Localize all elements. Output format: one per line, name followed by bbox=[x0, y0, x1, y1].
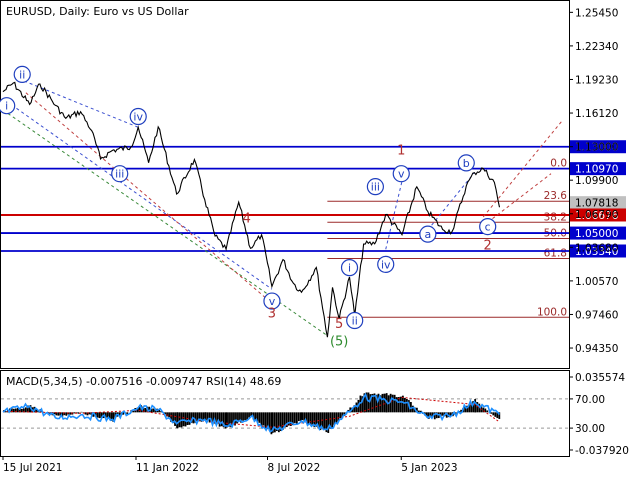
macd-histogram-bar bbox=[177, 412, 179, 428]
macd-histogram-bar bbox=[179, 412, 181, 427]
macd-histogram-bar bbox=[174, 412, 176, 426]
y-tick-label: 0.97460 bbox=[575, 309, 618, 321]
y-tick-label: 1.19230 bbox=[575, 74, 618, 86]
macd-histogram-bar bbox=[384, 394, 386, 413]
y-tick-label: 1.13000 bbox=[575, 142, 618, 154]
wave-label-blue: v bbox=[398, 168, 405, 181]
macd-histogram-bar bbox=[274, 412, 276, 432]
macd-histogram-bar bbox=[185, 412, 187, 426]
macd-histogram-bar bbox=[324, 412, 326, 430]
macd-histogram-bar bbox=[296, 412, 298, 424]
wave-label-blue: iii bbox=[371, 181, 380, 194]
macd-histogram-bar bbox=[300, 412, 302, 420]
price-level-label: 1.05000 bbox=[575, 228, 618, 240]
y-tick-label: 1.00570 bbox=[575, 276, 618, 288]
wave-label-blue: i bbox=[5, 100, 8, 113]
macd-histogram-bar bbox=[312, 412, 314, 425]
macd-histogram-bar bbox=[226, 412, 228, 427]
macd-histogram-bar bbox=[486, 410, 488, 412]
macd-histogram-bar bbox=[5, 411, 7, 412]
macd-histogram-bar bbox=[335, 412, 337, 423]
y-tick-label: 1.16120 bbox=[575, 108, 618, 120]
macd-histogram-bar bbox=[339, 412, 341, 418]
macd-histogram-bar bbox=[331, 412, 333, 428]
macd-histogram-bar bbox=[382, 394, 384, 412]
y-tick-label: 1.03680 bbox=[575, 242, 618, 254]
chart-title: EURUSD, Daily: Euro vs US Dollar bbox=[6, 5, 189, 18]
macd-histogram-bar bbox=[152, 409, 154, 413]
indicator-tick-label: 0.035574 bbox=[575, 372, 625, 384]
macd-histogram-bar bbox=[242, 412, 244, 420]
macd-histogram-bar bbox=[244, 412, 246, 420]
wave-label-red: 1 bbox=[397, 143, 405, 158]
macd-histogram-bar bbox=[290, 412, 292, 426]
price-level-label: 1.10970 bbox=[575, 164, 618, 176]
wave-label-blue: c bbox=[485, 221, 491, 234]
macd-histogram-bar bbox=[189, 412, 191, 424]
indicator-title: MACD(5,34,5) -0.007516 -0.009747 RSI(14)… bbox=[6, 375, 281, 388]
wave-label-blue: ii bbox=[352, 315, 358, 328]
wave-label-blue: i bbox=[348, 262, 351, 275]
macd-histogram-bar bbox=[406, 399, 408, 412]
macd-histogram-bar bbox=[265, 412, 267, 428]
indicator-tick-label: -0.037920 bbox=[575, 445, 629, 457]
macd-histogram-bar bbox=[259, 412, 261, 423]
x-tick-label: 15 Jul 2021 bbox=[3, 462, 62, 474]
macd-histogram-bar bbox=[308, 412, 310, 424]
chart-background bbox=[0, 0, 640, 480]
macd-histogram-bar bbox=[246, 412, 248, 420]
macd-histogram-bar bbox=[404, 398, 406, 412]
wave-label-blue: iv bbox=[381, 258, 391, 271]
wave-label-blue: a bbox=[424, 228, 431, 241]
wave-label-blue: iii bbox=[115, 168, 124, 181]
x-tick-label: 5 Jan 2023 bbox=[401, 462, 457, 474]
macd-histogram-bar bbox=[263, 412, 265, 425]
wave-label-green: (5) bbox=[330, 334, 348, 349]
fib-level-label: 100.0 bbox=[537, 306, 567, 318]
macd-histogram-bar bbox=[166, 412, 168, 416]
macd-histogram-bar bbox=[400, 397, 402, 413]
macd-histogram-bar bbox=[356, 403, 358, 413]
macd-histogram-bar bbox=[97, 412, 99, 417]
wave-label-blue: ii bbox=[19, 68, 25, 81]
macd-histogram-bar bbox=[402, 396, 404, 413]
fib-level-label: 38.2 bbox=[544, 211, 567, 223]
macd-histogram-bar bbox=[294, 412, 296, 423]
wave-label-red: 3 bbox=[268, 306, 276, 321]
fib-level-label: 61.8 bbox=[544, 247, 567, 259]
macd-histogram-bar bbox=[25, 407, 27, 412]
y-tick-label: 1.25450 bbox=[575, 7, 618, 19]
macd-histogram-bar bbox=[398, 397, 400, 412]
x-tick-label: 11 Jan 2022 bbox=[136, 462, 199, 474]
y-tick-label: 1.06790 bbox=[575, 209, 618, 221]
macd-histogram-bar bbox=[490, 412, 492, 413]
macd-histogram-bar bbox=[492, 412, 494, 415]
macd-histogram-bar bbox=[13, 409, 15, 413]
macd-histogram-bar bbox=[21, 409, 23, 412]
wave-label-blue: b bbox=[463, 157, 470, 170]
chart-svg: 0.023.638.250.061.8100.0 1.130001.109701… bbox=[0, 0, 640, 480]
y-tick-label: 1.09900 bbox=[575, 175, 618, 187]
y-tick-label: 1.22340 bbox=[575, 41, 618, 53]
wave-label-red: 4 bbox=[243, 211, 251, 226]
macd-histogram-bar bbox=[494, 412, 496, 417]
macd-histogram-bar bbox=[394, 395, 396, 413]
macd-histogram-bar bbox=[298, 412, 300, 421]
macd-histogram-bar bbox=[209, 412, 211, 422]
macd-histogram-bar bbox=[99, 412, 101, 418]
x-tick-label: 8 Jul 2022 bbox=[268, 462, 321, 474]
macd-histogram-bar bbox=[302, 412, 304, 420]
chart-root: 0.023.638.250.061.8100.0 1.130001.109701… bbox=[0, 0, 640, 480]
macd-histogram-bar bbox=[183, 412, 185, 426]
macd-histogram-bar bbox=[418, 411, 420, 413]
indicator-tick-label: 30.00 bbox=[575, 423, 605, 435]
indicator-tick-label: 70.00 bbox=[575, 394, 605, 406]
macd-histogram-bar bbox=[221, 412, 223, 426]
y-tick-label: 0.94350 bbox=[575, 343, 618, 355]
fib-level-label: 23.6 bbox=[544, 190, 568, 202]
wave-label-red: 5 bbox=[335, 317, 343, 332]
wave-label-blue: iv bbox=[133, 110, 143, 123]
wave-label-red: 2 bbox=[484, 238, 492, 253]
macd-histogram-bar bbox=[255, 412, 257, 419]
